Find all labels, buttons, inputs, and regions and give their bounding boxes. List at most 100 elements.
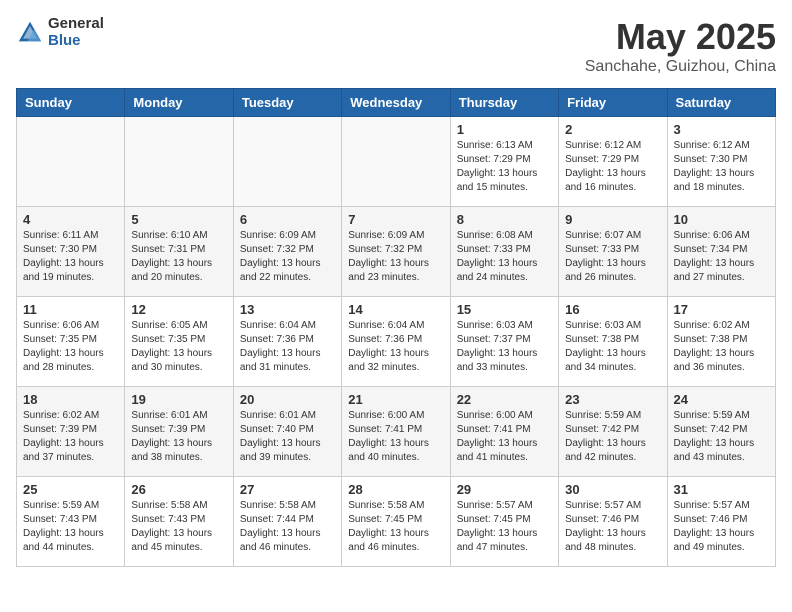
- day-info: Sunrise: 6:07 AM Sunset: 7:33 PM Dayligh…: [565, 229, 660, 285]
- day-info: Sunrise: 6:09 AM Sunset: 7:32 PM Dayligh…: [240, 229, 335, 285]
- day-info: Sunrise: 5:57 AM Sunset: 7:46 PM Dayligh…: [565, 499, 660, 555]
- day-info: Sunrise: 6:01 AM Sunset: 7:40 PM Dayligh…: [240, 409, 335, 465]
- day-info: Sunrise: 6:05 AM Sunset: 7:35 PM Dayligh…: [131, 319, 226, 375]
- location-title: Sanchahe, Guizhou, China: [585, 58, 776, 76]
- calendar-cell: 22 Sunrise: 6:00 AM Sunset: 7:41 PM Dayli…: [450, 387, 558, 477]
- calendar-table: SundayMondayTuesdayWednesdayThursdayFrid…: [16, 88, 776, 567]
- calendar-cell: 18 Sunrise: 6:02 AM Sunset: 7:39 PM Dayli…: [17, 387, 125, 477]
- day-number: 22: [457, 392, 552, 407]
- weekday-header-saturday: Saturday: [667, 89, 775, 117]
- calendar-cell: 17Sunrise: 6:02 AM Sunset: 7:38 PM Dayli…: [667, 297, 775, 387]
- day-info: Sunrise: 5:58 AM Sunset: 7:44 PM Dayligh…: [240, 499, 335, 555]
- calendar-cell: 16 Sunrise: 6:03 AM Sunset: 7:38 PM Dayli…: [559, 297, 667, 387]
- day-number: 23: [565, 392, 660, 407]
- day-number: 24: [674, 392, 769, 407]
- weekday-header-thursday: Thursday: [450, 89, 558, 117]
- day-number: 4: [23, 212, 118, 227]
- day-number: 20: [240, 392, 335, 407]
- calendar-cell: 10 Sunrise: 6:06 AM Sunset: 7:34 PM Dayli…: [667, 207, 775, 297]
- calendar-cell: 27 Sunrise: 5:58 AM Sunset: 7:44 PM Dayli…: [233, 477, 341, 567]
- day-info: Sunrise: 6:11 AM Sunset: 7:30 PM Dayligh…: [23, 229, 118, 285]
- day-info: Sunrise: 6:04 AM Sunset: 7:36 PM Dayligh…: [348, 319, 443, 375]
- day-number: 26: [131, 482, 226, 497]
- calendar-cell: 1 Sunrise: 6:13 AM Sunset: 7:29 PM Daylig…: [450, 117, 558, 207]
- day-info: Sunrise: 6:06 AM Sunset: 7:35 PM Dayligh…: [23, 319, 118, 375]
- page-header: General Blue May 2025 Sanchahe, Guizhou,…: [16, 16, 776, 76]
- logo: General Blue: [16, 16, 104, 49]
- title-block: May 2025 Sanchahe, Guizhou, China: [585, 16, 776, 76]
- weekday-header-monday: Monday: [125, 89, 233, 117]
- day-number: 21: [348, 392, 443, 407]
- calendar-cell: [342, 117, 450, 207]
- day-number: 2: [565, 122, 660, 137]
- day-info: Sunrise: 5:59 AM Sunset: 7:43 PM Dayligh…: [23, 499, 118, 555]
- day-number: 12: [131, 302, 226, 317]
- day-number: 16: [565, 302, 660, 317]
- calendar-week-4: 18 Sunrise: 6:02 AM Sunset: 7:39 PM Dayli…: [17, 387, 776, 477]
- day-number: 29: [457, 482, 552, 497]
- day-number: 18: [23, 392, 118, 407]
- weekday-header-sunday: Sunday: [17, 89, 125, 117]
- weekday-header-wednesday: Wednesday: [342, 89, 450, 117]
- day-info: Sunrise: 6:03 AM Sunset: 7:38 PM Dayligh…: [565, 319, 660, 375]
- day-info: Sunrise: 6:03 AM Sunset: 7:37 PM Dayligh…: [457, 319, 552, 375]
- calendar-cell: 2Sunrise: 6:12 AM Sunset: 7:29 PM Daylig…: [559, 117, 667, 207]
- day-info: Sunrise: 6:04 AM Sunset: 7:36 PM Dayligh…: [240, 319, 335, 375]
- month-title: May 2025: [585, 16, 776, 58]
- day-info: Sunrise: 6:10 AM Sunset: 7:31 PM Dayligh…: [131, 229, 226, 285]
- day-number: 27: [240, 482, 335, 497]
- day-info: Sunrise: 5:58 AM Sunset: 7:43 PM Dayligh…: [131, 499, 226, 555]
- calendar-cell: 28 Sunrise: 5:58 AM Sunset: 7:45 PM Dayli…: [342, 477, 450, 567]
- weekday-header-row: SundayMondayTuesdayWednesdayThursdayFrid…: [17, 89, 776, 117]
- day-number: 13: [240, 302, 335, 317]
- calendar-cell: 23 Sunrise: 5:59 AM Sunset: 7:42 PM Dayli…: [559, 387, 667, 477]
- calendar-cell: 13 Sunrise: 6:04 AM Sunset: 7:36 PM Dayli…: [233, 297, 341, 387]
- calendar-week-3: 11Sunrise: 6:06 AM Sunset: 7:35 PM Dayli…: [17, 297, 776, 387]
- calendar-cell: 19Sunrise: 6:01 AM Sunset: 7:39 PM Dayli…: [125, 387, 233, 477]
- calendar-cell: 26 Sunrise: 5:58 AM Sunset: 7:43 PM Dayli…: [125, 477, 233, 567]
- calendar-cell: 29Sunrise: 5:57 AM Sunset: 7:45 PM Dayli…: [450, 477, 558, 567]
- day-number: 17: [674, 302, 769, 317]
- logo-icon: [16, 19, 44, 47]
- weekday-header-friday: Friday: [559, 89, 667, 117]
- day-info: Sunrise: 6:13 AM Sunset: 7:29 PM Dayligh…: [457, 139, 552, 195]
- day-number: 25: [23, 482, 118, 497]
- day-info: Sunrise: 6:02 AM Sunset: 7:39 PM Dayligh…: [23, 409, 118, 465]
- calendar-cell: 8Sunrise: 6:08 AM Sunset: 7:33 PM Daylig…: [450, 207, 558, 297]
- calendar-cell: 14 Sunrise: 6:04 AM Sunset: 7:36 PM Dayli…: [342, 297, 450, 387]
- day-number: 5: [131, 212, 226, 227]
- day-info: Sunrise: 6:00 AM Sunset: 7:41 PM Dayligh…: [348, 409, 443, 465]
- calendar-cell: 7 Sunrise: 6:09 AM Sunset: 7:32 PM Daylig…: [342, 207, 450, 297]
- calendar-cell: [233, 117, 341, 207]
- calendar-cell: 5 Sunrise: 6:10 AM Sunset: 7:31 PM Daylig…: [125, 207, 233, 297]
- calendar-cell: 3 Sunrise: 6:12 AM Sunset: 7:30 PM Daylig…: [667, 117, 775, 207]
- calendar-week-2: 4 Sunrise: 6:11 AM Sunset: 7:30 PM Daylig…: [17, 207, 776, 297]
- day-number: 9: [565, 212, 660, 227]
- calendar-cell: 25 Sunrise: 5:59 AM Sunset: 7:43 PM Dayli…: [17, 477, 125, 567]
- day-info: Sunrise: 5:59 AM Sunset: 7:42 PM Dayligh…: [674, 409, 769, 465]
- day-number: 28: [348, 482, 443, 497]
- weekday-header-tuesday: Tuesday: [233, 89, 341, 117]
- calendar-cell: 12 Sunrise: 6:05 AM Sunset: 7:35 PM Dayli…: [125, 297, 233, 387]
- calendar-cell: 9 Sunrise: 6:07 AM Sunset: 7:33 PM Daylig…: [559, 207, 667, 297]
- day-number: 1: [457, 122, 552, 137]
- day-info: Sunrise: 6:00 AM Sunset: 7:41 PM Dayligh…: [457, 409, 552, 465]
- day-number: 19: [131, 392, 226, 407]
- day-info: Sunrise: 6:12 AM Sunset: 7:30 PM Dayligh…: [674, 139, 769, 195]
- day-number: 30: [565, 482, 660, 497]
- day-info: Sunrise: 6:09 AM Sunset: 7:32 PM Dayligh…: [348, 229, 443, 285]
- day-number: 10: [674, 212, 769, 227]
- calendar-cell: 4 Sunrise: 6:11 AM Sunset: 7:30 PM Daylig…: [17, 207, 125, 297]
- calendar-week-5: 25 Sunrise: 5:59 AM Sunset: 7:43 PM Dayli…: [17, 477, 776, 567]
- day-info: Sunrise: 6:06 AM Sunset: 7:34 PM Dayligh…: [674, 229, 769, 285]
- day-number: 3: [674, 122, 769, 137]
- day-number: 7: [348, 212, 443, 227]
- day-info: Sunrise: 5:58 AM Sunset: 7:45 PM Dayligh…: [348, 499, 443, 555]
- day-info: Sunrise: 5:59 AM Sunset: 7:42 PM Dayligh…: [565, 409, 660, 465]
- calendar-cell: [17, 117, 125, 207]
- day-number: 31: [674, 482, 769, 497]
- calendar-cell: 24 Sunrise: 5:59 AM Sunset: 7:42 PM Dayli…: [667, 387, 775, 477]
- logo-blue-text: Blue: [48, 33, 104, 50]
- day-info: Sunrise: 6:08 AM Sunset: 7:33 PM Dayligh…: [457, 229, 552, 285]
- day-number: 14: [348, 302, 443, 317]
